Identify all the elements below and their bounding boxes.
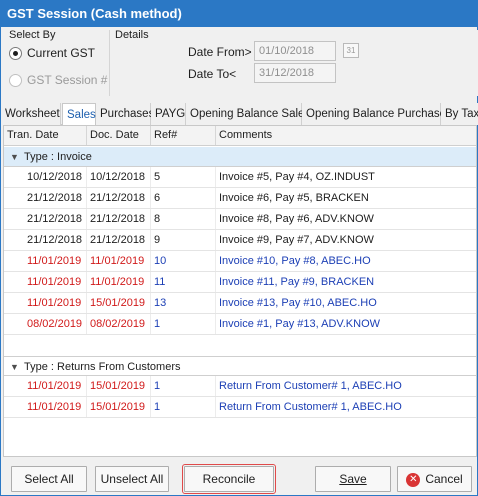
- save-label: Save: [339, 472, 367, 486]
- cell-comment: Return From Customer# 1, ABEC.HO: [216, 397, 476, 417]
- table-row[interactable]: 08/02/2019 08/02/2019 1 Invoice #1, Pay …: [4, 314, 476, 335]
- cell-ref: 9: [151, 230, 216, 250]
- calendar-icon[interactable]: 31: [343, 43, 359, 58]
- cell-tran-date: 21/12/2018: [24, 230, 87, 250]
- cell-doc-date: 11/01/2019: [87, 251, 151, 271]
- cell-doc-date: 08/02/2019: [87, 314, 151, 334]
- table-row[interactable]: 11/01/2019 11/01/2019 11 Invoice #11, Pa…: [4, 272, 476, 293]
- cell-comment: Invoice #9, Pay #7, ADV.KNOW: [216, 230, 476, 250]
- grid-header: Tran. Date Doc. Date Ref# Comments: [4, 126, 476, 146]
- cell-doc-date: 10/12/2018: [87, 167, 151, 187]
- col-ref[interactable]: Ref#: [151, 126, 216, 145]
- cell-comment: Invoice #1, Pay #13, ADV.KNOW: [216, 314, 476, 334]
- gst-session-window: GST Session (Cash method) Select By Curr…: [0, 0, 478, 496]
- tab-opening-balance-sales[interactable]: Opening Balance Sales: [186, 103, 310, 125]
- reconcile-button[interactable]: Reconcile: [182, 464, 276, 494]
- cell-comment: Invoice #8, Pay #6, ADV.KNOW: [216, 209, 476, 229]
- cell-tran-date: 11/01/2019: [24, 397, 87, 417]
- group-title: Type : Returns From Customers: [24, 361, 181, 373]
- unselect-all-button[interactable]: Unselect All: [95, 466, 169, 492]
- cell-comment: Invoice #13, Pay #10, ABEC.HO: [216, 293, 476, 313]
- cancel-icon: ✕: [406, 472, 421, 487]
- group-row-invoice[interactable]: ▼ Type : Invoice: [4, 147, 476, 167]
- cell-tran-date: 10/12/2018: [24, 167, 87, 187]
- radio-current-gst[interactable]: Current GST: [9, 46, 95, 60]
- cell-ref: 13: [151, 293, 216, 313]
- cell-ref: 10: [151, 251, 216, 271]
- cell-doc-date: 21/12/2018: [87, 188, 151, 208]
- radio-gst-session[interactable]: GST Session #: [9, 73, 107, 87]
- cell-doc-date: 15/01/2019: [87, 376, 151, 396]
- table-row[interactable]: 11/01/2019 15/01/2019 1 Return From Cust…: [4, 397, 476, 418]
- cell-tran-date: 11/01/2019: [24, 376, 87, 396]
- date-to-label: Date To<: [188, 67, 237, 81]
- cell-ref: 5: [151, 167, 216, 187]
- tab-opening-balance-purchases[interactable]: Opening Balance Purchases: [302, 103, 452, 125]
- cancel-button[interactable]: ✕ Cancel: [397, 466, 472, 492]
- table-row[interactable]: 10/12/2018 10/12/2018 5 Invoice #5, Pay …: [4, 167, 476, 188]
- radio-checked-icon: [9, 46, 22, 60]
- collapse-chevron-icon[interactable]: ▼: [10, 147, 24, 167]
- select-by-label: Select By: [9, 29, 56, 41]
- table-row[interactable]: 21/12/2018 21/12/2018 6 Invoice #6, Pay …: [4, 188, 476, 209]
- radio-current-gst-label: Current GST: [27, 46, 96, 60]
- table-row[interactable]: 11/01/2019 15/01/2019 13 Invoice #13, Pa…: [4, 293, 476, 314]
- tab-payg[interactable]: PAYG: [151, 103, 186, 125]
- cell-ref: 11: [151, 272, 216, 292]
- tab-sales[interactable]: Sales: [62, 103, 96, 126]
- collapse-chevron-icon[interactable]: ▼: [10, 357, 24, 377]
- radio-unchecked-icon: [9, 73, 22, 87]
- tab-worksheet[interactable]: Worksheet: [1, 103, 61, 125]
- date-from-label: Date From>: [188, 45, 252, 59]
- date-from-field[interactable]: 01/10/2018: [254, 41, 336, 61]
- radio-gst-session-label: GST Session #: [27, 73, 108, 87]
- cell-doc-date: 15/01/2019: [87, 293, 151, 313]
- cell-ref: 1: [151, 397, 216, 417]
- cell-tran-date: 08/02/2019: [24, 314, 87, 334]
- cell-tran-date: 11/01/2019: [24, 272, 87, 292]
- cell-tran-date: 11/01/2019: [24, 251, 87, 271]
- cell-doc-date: 21/12/2018: [87, 230, 151, 250]
- cell-tran-date: 21/12/2018: [24, 209, 87, 229]
- cell-tran-date: 21/12/2018: [24, 188, 87, 208]
- col-tran-date[interactable]: Tran. Date: [4, 126, 87, 145]
- date-to-field[interactable]: 31/12/2018: [254, 63, 336, 83]
- cell-doc-date: 21/12/2018: [87, 209, 151, 229]
- col-doc-date[interactable]: Doc. Date: [87, 126, 151, 145]
- cell-ref: 1: [151, 314, 216, 334]
- table-row[interactable]: 11/01/2019 15/01/2019 1 Return From Cust…: [4, 376, 476, 397]
- save-button[interactable]: Save: [315, 466, 391, 492]
- cell-comment: Return From Customer# 1, ABEC.HO: [216, 376, 476, 396]
- cell-doc-date: 15/01/2019: [87, 397, 151, 417]
- tab-by-tax[interactable]: By Tax: [441, 103, 478, 125]
- cell-comment: Invoice #6, Pay #5, BRACKEN: [216, 188, 476, 208]
- table-row[interactable]: 21/12/2018 21/12/2018 9 Invoice #9, Pay …: [4, 230, 476, 251]
- col-comments[interactable]: Comments: [216, 126, 476, 145]
- cell-doc-date: 11/01/2019: [87, 272, 151, 292]
- cell-comment: Invoice #10, Pay #8, ABEC.HO: [216, 251, 476, 271]
- cell-tran-date: 11/01/2019: [24, 293, 87, 313]
- transactions-grid: Tran. Date Doc. Date Ref# Comments ▼ Type…: [3, 125, 477, 457]
- cell-comment: Invoice #11, Pay #9, BRACKEN: [216, 272, 476, 292]
- cancel-label: Cancel: [425, 472, 463, 486]
- select-all-button[interactable]: Select All: [11, 466, 87, 492]
- tab-strip: Worksheet Sales Purchases PAYG Opening B…: [1, 103, 478, 126]
- details-label: Details: [115, 29, 149, 41]
- cell-ref: 6: [151, 188, 216, 208]
- group-row-returns[interactable]: ▼ Type : Returns From Customers: [4, 356, 476, 377]
- cell-ref: 8: [151, 209, 216, 229]
- window-title: GST Session (Cash method): [1, 1, 477, 27]
- tab-purchases[interactable]: Purchases: [96, 103, 154, 125]
- group-title: Type : Invoice: [24, 151, 92, 163]
- cell-ref: 1: [151, 376, 216, 396]
- table-row[interactable]: 21/12/2018 21/12/2018 8 Invoice #8, Pay …: [4, 209, 476, 230]
- cell-comment: Invoice #5, Pay #4, OZ.INDUST: [216, 167, 476, 187]
- table-row[interactable]: 11/01/2019 11/01/2019 10 Invoice #10, Pa…: [4, 251, 476, 272]
